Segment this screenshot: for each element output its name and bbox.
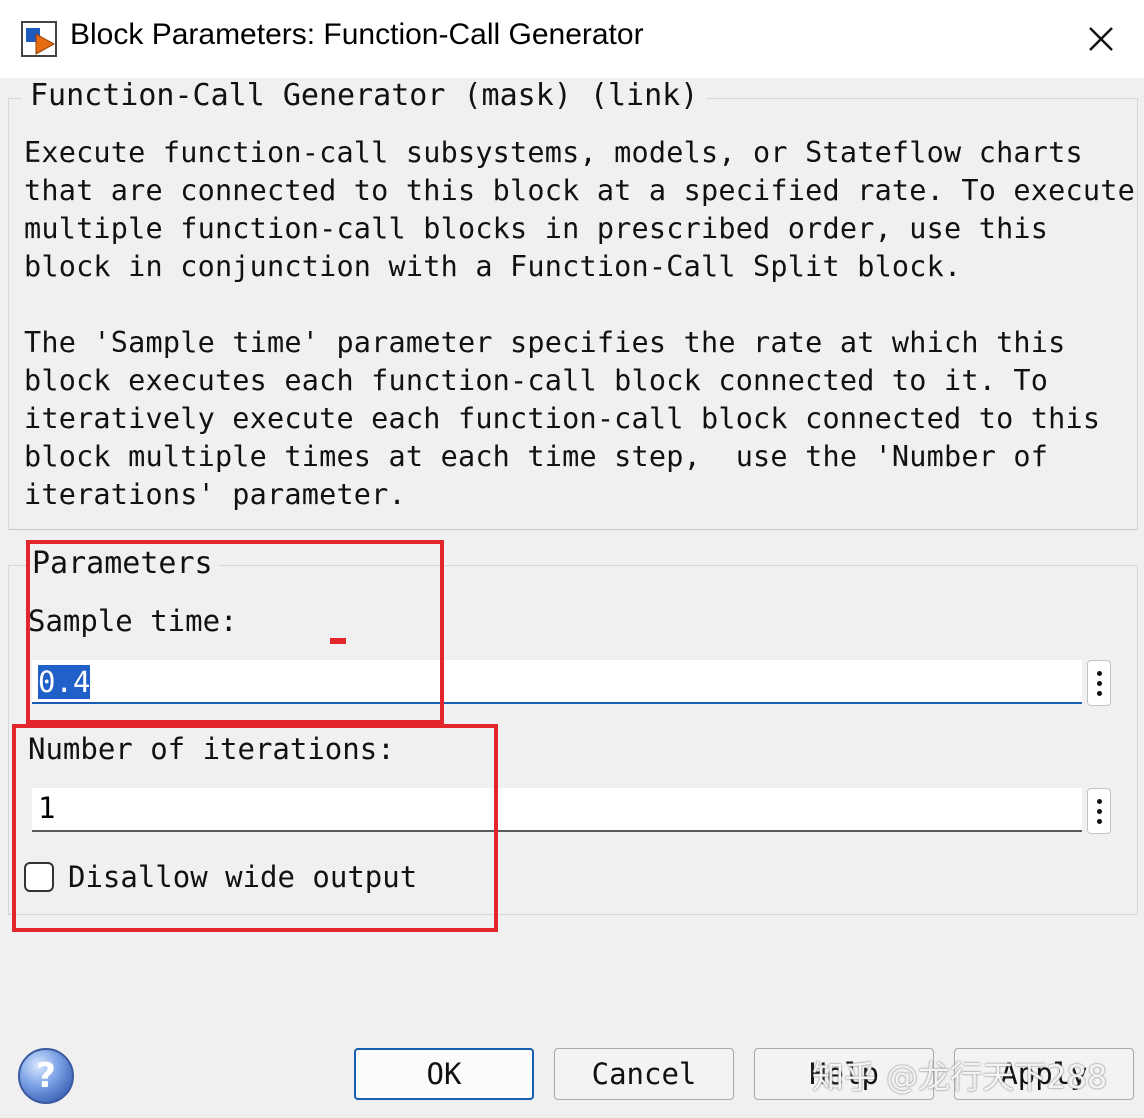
- annotation-highlight-sample-time: [26, 540, 444, 724]
- iterations-more-button[interactable]: [1087, 788, 1111, 834]
- description-line: block in conjunction with a Function-Cal…: [24, 250, 962, 283]
- description-line: that are connected to this block at a sp…: [24, 174, 1135, 207]
- close-icon: [1089, 27, 1113, 51]
- cancel-button[interactable]: Cancel: [554, 1048, 734, 1100]
- annotation-mark: [330, 638, 346, 644]
- mask-legend: Function-Call Generator (mask) (link): [22, 78, 707, 113]
- description-line: The 'Sample time' parameter specifies th…: [24, 326, 1066, 359]
- watermark: 知乎 @龙行天下288: [812, 1058, 1108, 1096]
- sample-time-more-button[interactable]: [1087, 660, 1111, 706]
- help-icon[interactable]: ?: [18, 1048, 74, 1104]
- close-button[interactable]: [1074, 12, 1128, 66]
- description-line: iteratively execute each function-call b…: [24, 402, 1101, 435]
- description-line: block multiple times at each time step, …: [24, 440, 1049, 473]
- simulink-block-icon: [20, 20, 58, 58]
- title-bar: Block Parameters: Function-Call Generato…: [0, 0, 1144, 78]
- annotation-highlight-iterations: [12, 724, 498, 932]
- description-line: iterations' parameter.: [24, 478, 406, 511]
- description-line: Execute function-call subsystems, models…: [24, 136, 1083, 169]
- description-line: block executes each function-call block …: [24, 364, 1049, 397]
- ok-button[interactable]: OK: [354, 1048, 534, 1100]
- window-title: Block Parameters: Function-Call Generato…: [70, 18, 644, 51]
- description-line: multiple function-call blocks in prescri…: [24, 212, 1049, 245]
